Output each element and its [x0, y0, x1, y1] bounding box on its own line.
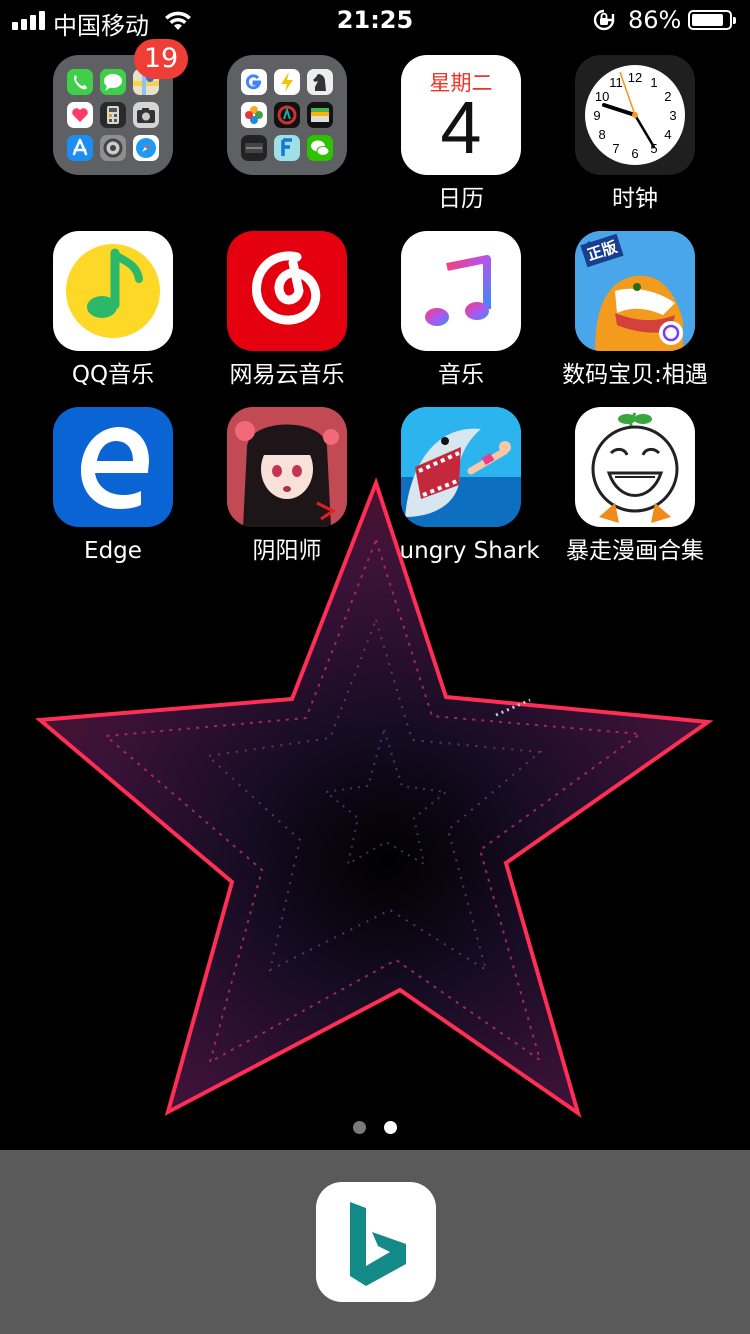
qq-music-icon [53, 231, 173, 351]
netease-music-icon [227, 231, 347, 351]
digimon-game-icon: 正版 [575, 231, 695, 351]
clock-numeral: 3 [669, 108, 676, 123]
google-icon [241, 69, 267, 95]
app-bing[interactable] [316, 1182, 436, 1302]
clock-numeral: 2 [664, 89, 671, 104]
page-dot [353, 1121, 366, 1134]
flash-icon [274, 69, 300, 95]
rotation-lock-icon [593, 9, 615, 31]
clock-numeral: 8 [598, 127, 605, 142]
app-folder-tools[interactable] [200, 55, 374, 185]
phone-icon [67, 69, 93, 95]
page-dot [384, 1121, 397, 1134]
photos-icon [241, 102, 267, 128]
calculator-icon [100, 102, 126, 128]
health-icon [67, 102, 93, 128]
calendar-icon: 星期二 4 [401, 55, 521, 175]
battery-percent: 86% [628, 6, 682, 34]
clock-numeral: 7 [612, 141, 619, 156]
calendar-day: 4 [440, 86, 482, 169]
wechat-icon [307, 135, 333, 161]
music-note-icon [401, 231, 521, 351]
app-digimon[interactable]: 正版 数码宝贝:相遇 [548, 231, 722, 389]
settings-gear-icon [100, 135, 126, 161]
app-label: 音乐 [438, 362, 484, 388]
clock-numeral: 10 [595, 89, 609, 104]
clock-numeral: 6 [631, 146, 638, 161]
star-tunnel-wallpaper [35, 477, 714, 1118]
app-label: 日历 [438, 186, 484, 212]
clock-numeral: 1 [650, 75, 657, 90]
status-bar: 中国移动 21:25 86% [0, 0, 750, 40]
app-label: 时钟 [612, 186, 658, 212]
clock-icon: 12 1 2 3 4 5 6 7 8 9 10 11 [575, 55, 695, 175]
equalizer-icon [241, 135, 267, 161]
clock-numeral: 12 [628, 70, 642, 85]
fing-icon [274, 135, 300, 161]
bing-icon [350, 1202, 406, 1286]
clock-numeral: 9 [593, 108, 600, 123]
wallet-icon [307, 102, 333, 128]
app-label: 数码宝贝:相遇 [562, 362, 708, 388]
safari-icon [133, 135, 159, 161]
app-store-icon [67, 135, 93, 161]
page-indicator[interactable] [0, 1119, 750, 1138]
app-music[interactable]: 音乐 [374, 231, 548, 389]
gamecenter-icon [274, 102, 300, 128]
app-folder-utilities[interactable]: 19 [26, 39, 200, 185]
dock [0, 1150, 750, 1334]
app-label: QQ音乐 [71, 362, 155, 388]
app-qq-music[interactable]: QQ音乐 [26, 231, 200, 389]
battery-icon [688, 10, 736, 30]
clock-numeral: 4 [664, 127, 671, 142]
app-clock[interactable]: 12 1 2 3 4 5 6 7 8 9 10 11 时钟 [548, 55, 722, 213]
app-calendar[interactable]: 星期二 4 日历 [374, 55, 548, 213]
app-netease-music[interactable]: 网易云音乐 [200, 231, 374, 389]
chess-knight-icon [307, 69, 333, 95]
battery-fill [692, 14, 723, 26]
messages-icon [100, 69, 126, 95]
camera-icon [133, 102, 159, 128]
clock-numeral: 11 [609, 75, 623, 90]
notification-badge: 19 [134, 39, 188, 79]
app-label: 网易云音乐 [229, 362, 345, 388]
folder-icon [227, 55, 347, 175]
